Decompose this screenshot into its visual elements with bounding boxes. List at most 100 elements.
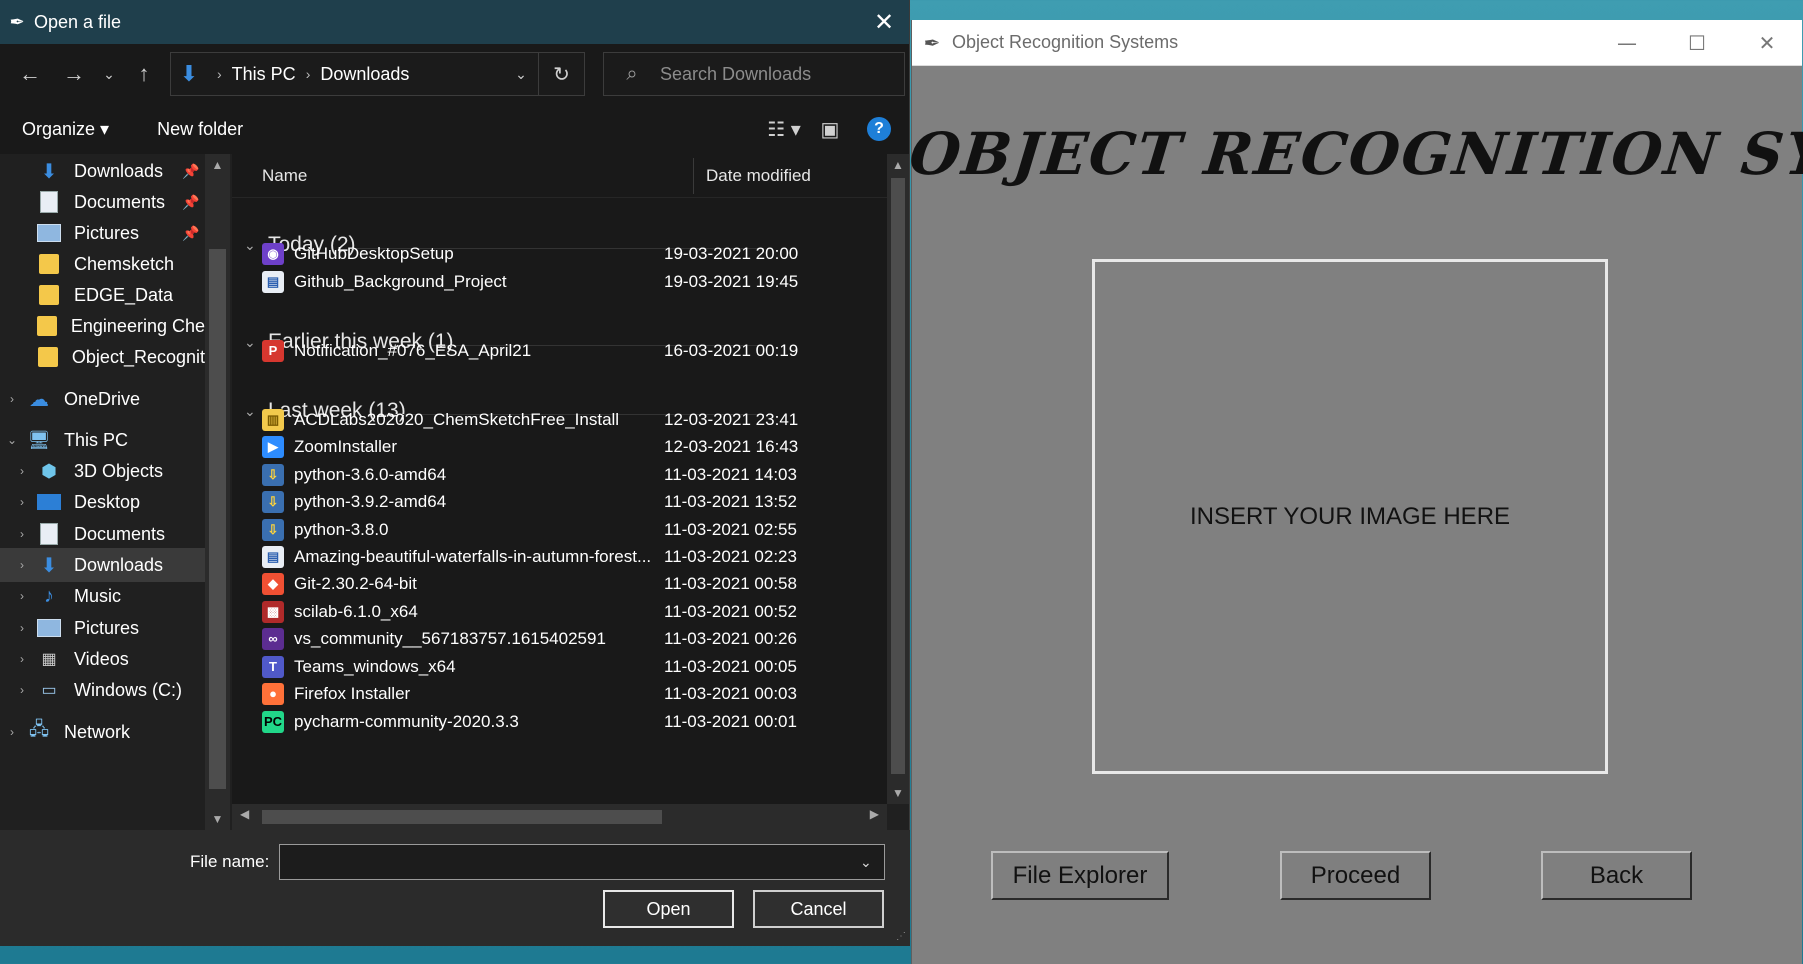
expand-chevron-icon[interactable]: ›	[10, 527, 34, 541]
expand-chevron-icon[interactable]: ›	[10, 464, 34, 478]
file-row[interactable]: ▶ ZoomInstaller 12-03-2021 16:43	[262, 431, 798, 462]
nav-item-music[interactable]: › ♪ Music	[0, 579, 205, 613]
expand-chevron-icon[interactable]: ⌄	[0, 433, 24, 447]
refresh-icon[interactable]: ↻	[538, 53, 584, 95]
nav-item-documents[interactable]: Documents 📌	[0, 185, 205, 219]
file-row[interactable]: ◆ Git-2.30.2-64-bit 11-03-2021 00:58	[262, 568, 797, 599]
document-icon	[34, 523, 64, 545]
proceed-button[interactable]: Proceed	[1280, 851, 1431, 900]
firefox-icon: ●	[262, 682, 284, 705]
file-date-modified: 16-03-2021 00:19	[664, 340, 799, 360]
close-button[interactable]: ✕	[1732, 20, 1802, 66]
file-row[interactable]: ⇩ python-3.9.2-amd64 11-03-2021 13:52	[262, 486, 797, 517]
cancel-button[interactable]: Cancel	[753, 890, 884, 928]
file-name: ZoomInstaller	[294, 436, 397, 456]
scroll-up-icon[interactable]: ▲	[887, 158, 909, 172]
nav-item-network[interactable]: › 🖧 Network	[0, 715, 205, 749]
column-header-name[interactable]: Name	[232, 166, 693, 186]
file-name-dropdown-icon[interactable]: ⌄	[860, 854, 872, 871]
file-row[interactable]: PC pycharm-community-2020.3.3 11-03-2021 0…	[262, 706, 797, 737]
up-arrow-icon[interactable]: ↑	[122, 54, 166, 94]
help-icon[interactable]: ?	[867, 117, 891, 141]
nav-item-edge-data[interactable]: EDGE_Data	[0, 278, 205, 312]
file-row[interactable]: ▤ Github_Background_Project 19-03-2021 19:…	[262, 266, 798, 297]
expand-chevron-icon[interactable]: ›	[10, 589, 34, 603]
back-button[interactable]: Back	[1541, 851, 1692, 900]
preview-pane-icon[interactable]: ▣	[807, 117, 853, 142]
scroll-left-icon[interactable]: ◀	[240, 807, 249, 821]
nav-item-engineering-che[interactable]: Engineering Che	[0, 309, 205, 343]
download-arrow-icon: ⬇	[40, 160, 58, 183]
view-options-icon[interactable]: ☷ ▾	[761, 117, 807, 142]
file-row[interactable]: P Notification_#076_ESA_April21 16-03-2021…	[262, 335, 798, 366]
pin-icon[interactable]: 📌	[182, 225, 199, 242]
expand-chevron-icon[interactable]: ›	[10, 558, 34, 572]
file-row[interactable]: ● Firefox Installer 11-03-2021 00:03	[262, 678, 797, 709]
scrollbar-thumb[interactable]	[262, 810, 662, 824]
file-row[interactable]: ∞ vs_community__567183757.1615402591 11-03…	[262, 623, 797, 654]
expand-chevron-icon[interactable]: ›	[10, 652, 34, 666]
expand-chevron-icon[interactable]: ›	[10, 683, 34, 697]
app-title: Object Recognition Systems	[952, 32, 1179, 52]
video-icon: ▦	[41, 651, 57, 668]
back-arrow-icon[interactable]: ←	[8, 54, 52, 94]
expand-chevron-icon[interactable]: ›	[10, 495, 34, 509]
file-list: Name Date modified ⌄ Today (2) ◉ GitHubDesk…	[232, 154, 887, 830]
file-name-input[interactable]	[279, 844, 885, 880]
resize-grip-icon[interactable]: ⋰	[896, 931, 906, 942]
expand-chevron-icon[interactable]: ›	[0, 392, 24, 406]
nav-item-documents[interactable]: › Documents	[0, 517, 205, 551]
expand-chevron-icon[interactable]: ›	[10, 621, 34, 635]
forward-arrow-icon[interactable]: →	[52, 54, 96, 94]
scroll-up-icon[interactable]: ▲	[205, 158, 230, 172]
scrollbar-thumb[interactable]	[891, 178, 905, 774]
open-button[interactable]: Open	[603, 890, 734, 928]
nav-item-pictures[interactable]: › Pictures	[0, 611, 205, 645]
scroll-down-icon[interactable]: ▼	[887, 786, 909, 800]
pin-icon[interactable]: 📌	[182, 194, 199, 211]
file-name: Notification_#076_ESA_April21	[294, 340, 532, 360]
file-list-horizontal-scrollbar[interactable]: ◀ ▶	[232, 804, 887, 830]
column-header-date-modified[interactable]: Date modified	[693, 157, 811, 194]
breadcrumb-downloads[interactable]: Downloads	[320, 64, 409, 85]
file-explorer-button[interactable]: File Explorer	[991, 851, 1169, 900]
address-dropdown-icon[interactable]: ⌄	[504, 66, 538, 83]
expand-chevron-icon[interactable]: ›	[0, 725, 24, 739]
nav-item-label: Pictures	[74, 222, 140, 243]
file-row[interactable]: ◉ GitHubDesktopSetup 19-03-2021 20:00	[262, 238, 798, 269]
scroll-right-icon[interactable]: ▶	[870, 807, 879, 821]
file-name: Amazing-beautiful-waterfalls-in-autumn-f…	[294, 546, 652, 566]
address-bar[interactable]: ⬇ › This PC › Downloads ⌄ ↻	[170, 52, 585, 96]
nav-item-chemsketch[interactable]: Chemsketch	[0, 247, 205, 281]
nav-item-windows-c-[interactable]: › ▭ Windows (C:)	[0, 673, 205, 707]
maximize-button[interactable]: ☐	[1662, 20, 1732, 66]
breadcrumb-separator-icon[interactable]: ›	[207, 66, 232, 82]
nav-item-object-recognit[interactable]: Object_Recognit	[0, 340, 205, 374]
recent-locations-chevron-icon[interactable]: ⌄	[96, 54, 122, 94]
navigation-bar: ← → ⌄ ↑ ⬇ › This PC › Downloads ⌄ ↻ ⌕ Se…	[0, 44, 909, 104]
dialog-close-button[interactable]: ✕	[859, 8, 909, 37]
drive-icon: ▭	[41, 682, 57, 699]
breadcrumb-separator-icon[interactable]: ›	[296, 66, 321, 82]
navigation-pane-scrollbar[interactable]: ▲ ▼	[205, 154, 230, 830]
pin-icon[interactable]: 📌	[182, 163, 199, 180]
search-input[interactable]: ⌕ Search Downloads	[603, 52, 905, 96]
nav-item-desktop[interactable]: › Desktop	[0, 485, 205, 519]
nav-item-downloads[interactable]: ⬇ Downloads 📌	[0, 154, 205, 188]
dialog-footer: File name: ⌄ Open Cancel ⋰	[0, 830, 910, 946]
breadcrumb-this-pc[interactable]: This PC	[232, 64, 296, 85]
nav-item-pictures[interactable]: Pictures 📌	[0, 216, 205, 250]
picture-icon	[34, 222, 64, 244]
nav-item-this-pc[interactable]: ⌄ 🖥 This PC	[0, 423, 205, 457]
nav-item-downloads[interactable]: › ⬇ Downloads	[0, 548, 205, 582]
scrollbar-thumb[interactable]	[209, 249, 226, 789]
file-list-vertical-scrollbar[interactable]: ▲ ▼	[887, 154, 909, 804]
organize-button[interactable]: Organize ▾	[22, 119, 109, 140]
scroll-down-icon[interactable]: ▼	[205, 812, 230, 826]
minimize-button[interactable]: —	[1592, 20, 1662, 66]
file-name-label: File name:	[190, 852, 270, 871]
nav-item-videos[interactable]: › ▦ Videos	[0, 642, 205, 676]
nav-item-onedrive[interactable]: › ☁ OneDrive	[0, 382, 205, 416]
new-folder-button[interactable]: New folder	[157, 119, 243, 140]
nav-item-3d-objects[interactable]: › ⬢ 3D Objects	[0, 454, 205, 488]
